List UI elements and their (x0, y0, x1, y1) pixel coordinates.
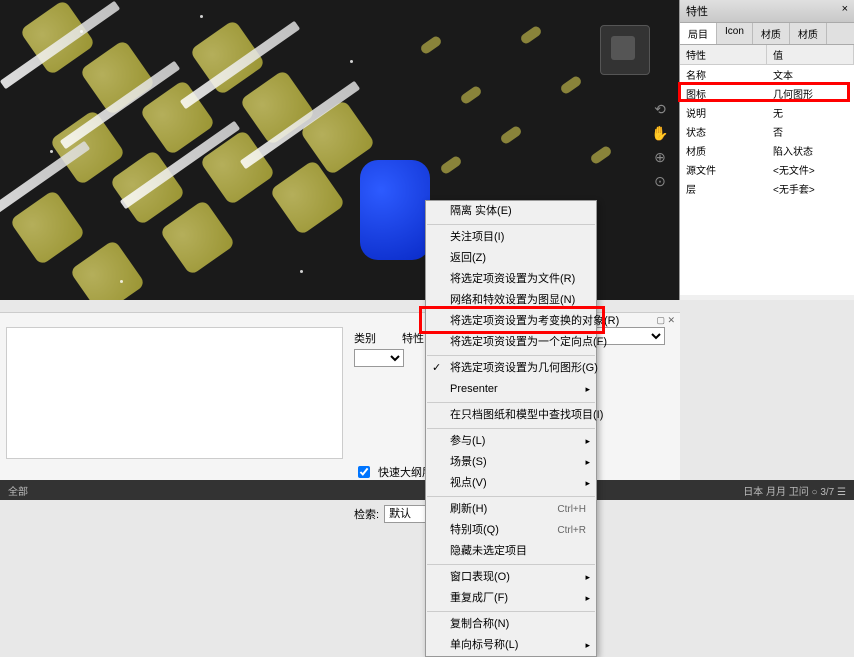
search-results-area (6, 327, 343, 459)
menu-item[interactable]: 关注项目(I) (426, 227, 596, 248)
menu-item[interactable]: 参与(L) (426, 431, 596, 452)
context-menu: 隔离 实体(E) 关注项目(I)返回(Z)将选定项资设置为文件(R)网络和特效设置… (425, 200, 597, 657)
star-dot (50, 150, 53, 153)
panel-title-bar[interactable]: 特性 × (680, 0, 854, 23)
prop-value: 陷入状态 (767, 141, 854, 160)
menu-item[interactable]: 网络和特效设置为图显(N) (426, 290, 596, 311)
props-tabs: 局目Icon材质材质 (680, 23, 854, 45)
status-left: 全部 (8, 483, 28, 498)
menu-item[interactable]: 隔离 实体(E) (426, 201, 596, 222)
star-dot (350, 60, 353, 63)
props-tab[interactable]: 局目 (680, 23, 717, 44)
scene-pill (559, 75, 583, 96)
label-search: 检索: (354, 506, 379, 522)
scene-pill (589, 145, 613, 166)
close-icon[interactable]: × (842, 3, 848, 19)
star-dot (300, 270, 303, 273)
prop-key: 说明 (680, 103, 767, 122)
menu-separator (427, 496, 595, 497)
menu-item[interactable]: 窗口表现(O) (426, 567, 596, 588)
menu-item[interactable]: 将选定项资设置为几何图形(G) (426, 358, 596, 379)
prop-value: 几何图形 (767, 84, 854, 103)
prop-value: 否 (767, 122, 854, 141)
menu-item[interactable]: 视点(V) (426, 473, 596, 494)
scene-geom (9, 189, 86, 266)
label-type: 类别 (354, 330, 376, 346)
props-tab[interactable]: 材质 (753, 23, 790, 44)
props-tab[interactable]: Icon (717, 23, 753, 44)
prop-row[interactable]: 材质陷入状态 (680, 141, 854, 160)
menu-separator (427, 355, 595, 356)
properties-panel: 特性 × 局目Icon材质材质 特性 值 名称文本图标几何图形说明无状态否材质陷… (679, 0, 854, 300)
prop-value: <无文件> (767, 160, 854, 179)
star-dot (120, 280, 123, 283)
menu-item[interactable]: 重复成厂(F) (426, 588, 596, 609)
menu-separator (427, 224, 595, 225)
menu-separator (427, 402, 595, 403)
prop-key: 名称 (680, 65, 767, 84)
pan-icon[interactable]: ✋ (650, 123, 670, 143)
prop-key: 层 (680, 179, 767, 198)
prop-key: 图标 (680, 84, 767, 103)
menu-separator (427, 564, 595, 565)
prop-key: 材质 (680, 141, 767, 160)
label-prop: 特性 (402, 330, 424, 346)
menu-item[interactable]: 复制合称(N) (426, 614, 596, 635)
menu-item[interactable]: 刷新(H)Ctrl+H (426, 499, 596, 520)
scene-pill (439, 155, 463, 176)
panel-controls[interactable]: ▢ ✕ (656, 315, 675, 326)
menu-item[interactable]: 单向标号称(L) (426, 635, 596, 656)
menu-separator (427, 611, 595, 612)
props-header: 特性 值 (680, 45, 854, 65)
scene-geom (159, 199, 236, 276)
menu-item[interactable]: 在只档图纸和模型中查找项目(I) (426, 405, 596, 426)
scene-pill (459, 85, 483, 106)
menu-item[interactable]: 返回(Z) (426, 248, 596, 269)
orbit-icon[interactable]: ⟲ (650, 99, 670, 119)
panel-title: 特性 (686, 3, 708, 19)
col-property: 特性 (680, 45, 767, 64)
prop-value: 文本 (767, 65, 854, 84)
zoom-icon[interactable]: ⊕ (650, 147, 670, 167)
focus-icon[interactable]: ⊙ (650, 171, 670, 191)
prop-row[interactable]: 状态否 (680, 122, 854, 141)
type-dropdown[interactable] (354, 349, 404, 367)
nav-toolbar: ⟲ ✋ ⊕ ⊙ (650, 95, 670, 195)
scene-pill (419, 35, 443, 56)
checkbox-quick[interactable] (358, 466, 370, 478)
prop-row[interactable]: 图标几何图形 (680, 84, 854, 103)
menu-item[interactable]: 将选定项资设置为文件(R) (426, 269, 596, 290)
prop-row[interactable]: 层<无手套> (680, 179, 854, 198)
scene-pill (519, 25, 543, 46)
menu-item[interactable]: 场景(S) (426, 452, 596, 473)
prop-row[interactable]: 名称文本 (680, 65, 854, 84)
prop-value: 无 (767, 103, 854, 122)
menu-item[interactable]: 特别项(Q)Ctrl+R (426, 520, 596, 541)
prop-row[interactable]: 源文件<无文件> (680, 160, 854, 179)
prop-key: 源文件 (680, 160, 767, 179)
col-value: 值 (767, 45, 854, 64)
selected-object[interactable] (360, 160, 430, 260)
menu-item[interactable]: 将选定项资设置为考变换的对象(R) (426, 311, 596, 332)
menu-separator (427, 428, 595, 429)
props-tab[interactable]: 材质 (790, 23, 827, 44)
menu-item[interactable]: 隐藏未选定项目 (426, 541, 596, 562)
menu-item[interactable]: Presenter (426, 379, 596, 400)
prop-row[interactable]: 说明无 (680, 103, 854, 122)
viewcube[interactable] (600, 25, 650, 75)
star-dot (80, 30, 83, 33)
scene-pill (499, 125, 523, 146)
prop-value: <无手套> (767, 179, 854, 198)
menu-item[interactable]: 将选定项资设置为一个定向点(F) (426, 332, 596, 353)
scene-geom (69, 239, 146, 300)
star-dot (200, 15, 203, 18)
props-body: 名称文本图标几何图形说明无状态否材质陷入状态源文件<无文件>层<无手套> (680, 65, 854, 295)
prop-key: 状态 (680, 122, 767, 141)
